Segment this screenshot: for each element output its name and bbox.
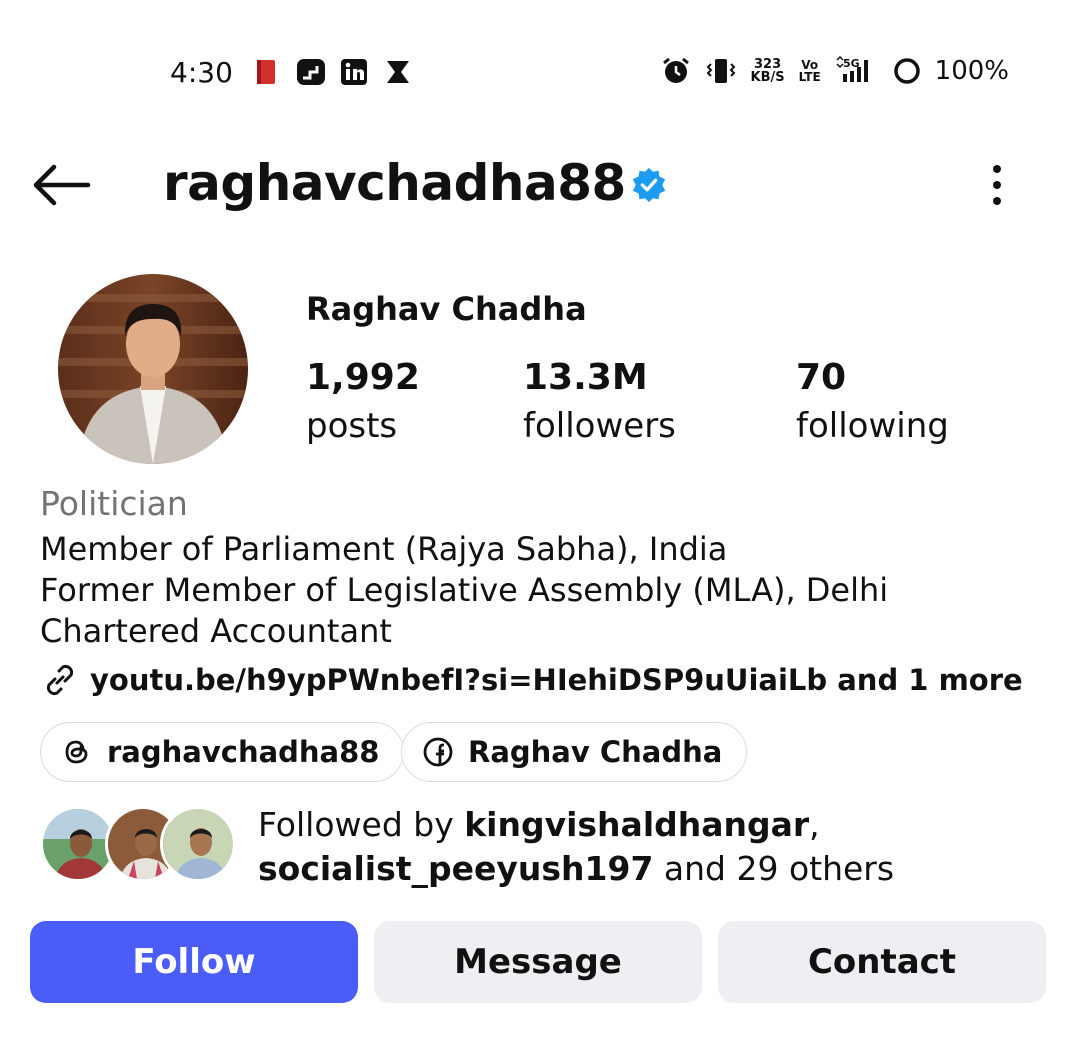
battery-percentage: 100% <box>934 56 1009 86</box>
followers-label: followers <box>523 406 676 446</box>
signal-5g-icon: 5G <box>836 56 868 82</box>
status-time: 4:30 <box>170 56 233 89</box>
message-button[interactable]: Message <box>374 921 702 1003</box>
display-name: Raghav Chadha <box>306 290 587 328</box>
profile-avatar[interactable] <box>58 274 248 464</box>
alarm-icon <box>662 57 689 83</box>
bio-link[interactable]: youtu.be/h9ypPWnbefI?si=HIehiDSP9uUiaiLb… <box>40 660 1023 700</box>
contact-button[interactable]: Contact <box>718 921 1046 1003</box>
bio-line: Member of Parliament (Rajya Sabha), Indi… <box>40 530 728 568</box>
mutual-follower-name[interactable]: kingvishaldhangar <box>464 805 809 844</box>
posts-label: posts <box>306 406 398 446</box>
profile-photo <box>58 274 248 464</box>
header-username: raghavchadha88 <box>163 154 626 212</box>
bio-line: Chartered Accountant <box>40 612 392 650</box>
follow-button[interactable]: Follow <box>30 921 358 1003</box>
link-icon <box>46 664 74 696</box>
facebook-chip-label: Raghav Chadha <box>468 735 723 769</box>
bio-line: Former Member of Legislative Assembly (M… <box>40 571 889 609</box>
stat-following[interactable]: 70 following <box>796 358 949 454</box>
more-options-icon[interactable] <box>980 162 1014 208</box>
linkedin-icon <box>341 59 367 85</box>
battery-ring-icon <box>893 58 920 84</box>
book-app-icon <box>257 60 275 84</box>
stack-app-icon <box>297 59 325 85</box>
threads-chip[interactable]: raghavchadha88 <box>40 722 405 782</box>
mutual-follower-name[interactable]: socialist_peeyush197 <box>258 849 653 888</box>
status-icons-right: 323 KB/S Vo LTE 5G 100% <box>661 56 1009 86</box>
profile-category: Politician <box>40 484 188 523</box>
threads-chip-label: raghavchadha88 <box>107 735 380 769</box>
stat-posts[interactable]: 1,992 posts <box>306 358 420 454</box>
mutual-follower-avatar[interactable] <box>160 806 236 882</box>
threads-icon <box>65 740 88 764</box>
followers-count: 13.3M <box>523 357 648 398</box>
hourglass-app-icon <box>387 61 409 83</box>
followed-by-text[interactable]: Followed by kingvishaldhangar, socialist… <box>258 803 1038 891</box>
volte-indicator: Vo LTE <box>798 58 821 84</box>
stat-followers[interactable]: 13.3M followers <box>523 358 676 454</box>
status-bar: 4:30 323 KB/S Vo LTE 5G 100% <box>0 0 1079 120</box>
back-arrow-icon[interactable] <box>30 162 92 208</box>
verified-badge-icon <box>632 167 666 203</box>
following-count: 70 <box>796 357 847 398</box>
posts-count: 1,992 <box>306 357 420 398</box>
profile-header: raghavchadha88 <box>0 140 1079 230</box>
network-speed: 323 KB/S <box>750 57 785 85</box>
vibrate-icon <box>706 59 735 83</box>
bio-link-text: youtu.be/h9ypPWnbefI?si=HIehiDSP9uUiaiLb… <box>90 663 1023 697</box>
following-label: following <box>796 406 949 446</box>
facebook-icon <box>423 737 453 767</box>
facebook-chip[interactable]: Raghav Chadha <box>401 722 748 782</box>
